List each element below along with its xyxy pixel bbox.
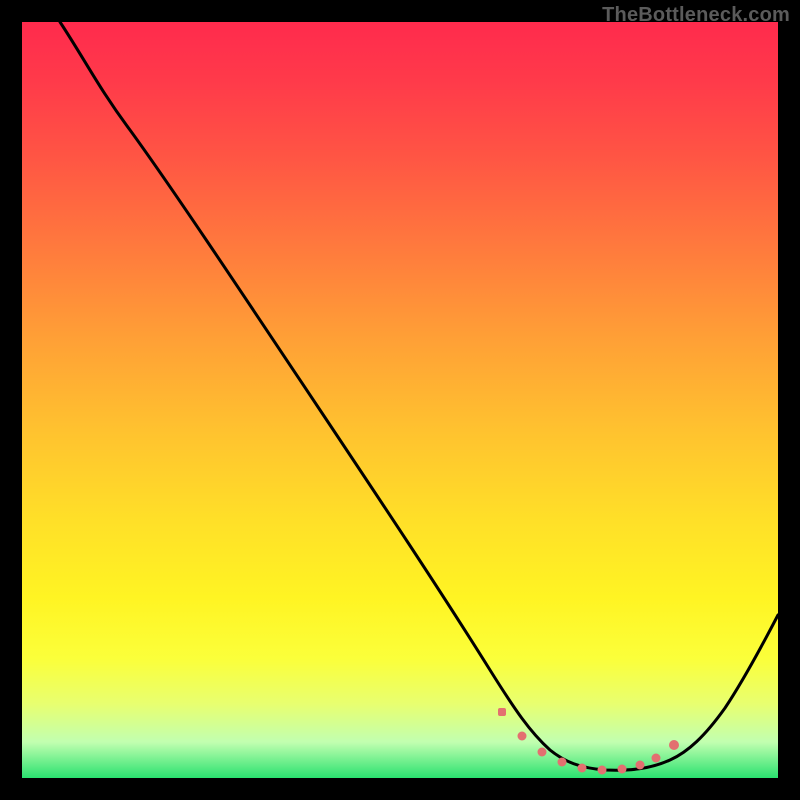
watermark-text: TheBottleneck.com (602, 4, 790, 27)
curve-layer (20, 20, 780, 780)
highlight-points-group (498, 708, 679, 775)
highlight-point (636, 761, 645, 770)
bottleneck-curve (60, 22, 778, 770)
highlight-point (652, 754, 661, 763)
highlight-point (618, 765, 627, 774)
highlight-point (578, 764, 587, 773)
plot-area (20, 20, 780, 780)
chart-stage: TheBottleneck.com (0, 0, 800, 800)
highlight-point (498, 708, 506, 716)
highlight-point (518, 732, 527, 741)
highlight-point (538, 748, 547, 757)
highlight-point (598, 766, 607, 775)
highlight-point (558, 758, 567, 767)
highlight-point (669, 740, 679, 750)
